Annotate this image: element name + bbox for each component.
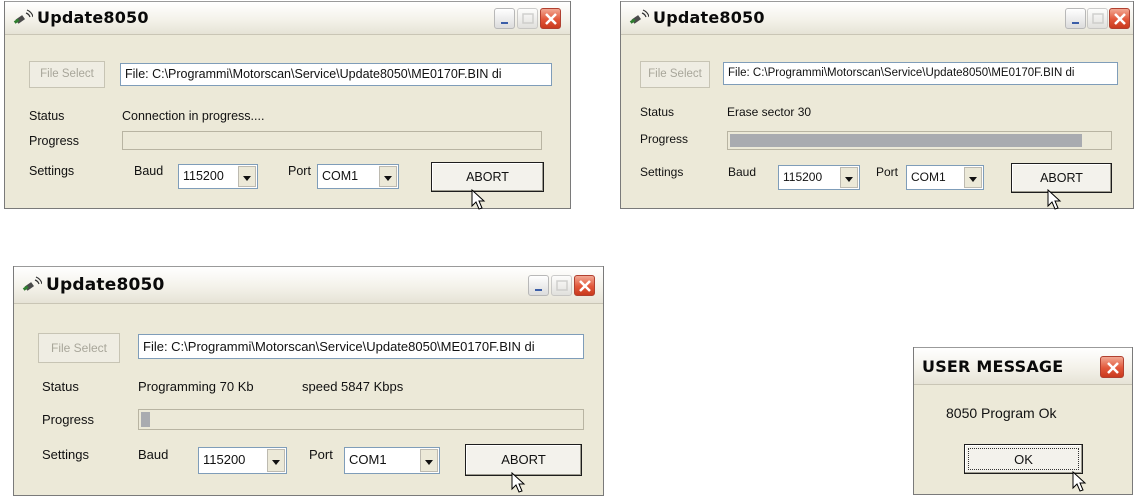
- title-bar[interactable]: Update8050: [621, 1, 1133, 35]
- port-select[interactable]: COM1: [344, 447, 440, 474]
- mouse-cursor-icon: [511, 472, 526, 493]
- port-value: COM1: [911, 170, 946, 184]
- close-icon: [1107, 362, 1119, 374]
- dropdown-arrow-icon[interactable]: [379, 166, 397, 187]
- minimize-button[interactable]: [528, 275, 549, 296]
- settings-label: Settings: [42, 447, 89, 462]
- file-select-button[interactable]: File Select: [38, 333, 120, 363]
- minimize-icon: [535, 289, 542, 291]
- status-label: Status: [29, 109, 65, 123]
- maximize-button[interactable]: [551, 275, 572, 296]
- file-path-field[interactable]: File: C:\Programmi\Motorscan\Service\Upd…: [723, 62, 1118, 85]
- close-button[interactable]: [1109, 8, 1130, 29]
- satellite-icon: [629, 9, 649, 24]
- update8050-window-1: Update8050 File Select File: C:\Programm…: [4, 1, 571, 210]
- port-label: Port: [876, 165, 899, 179]
- minimize-icon: [1072, 22, 1079, 24]
- minimize-button[interactable]: [494, 8, 515, 29]
- file-path-field[interactable]: File: C:\Programmi\Motorscan\Service\Upd…: [138, 334, 584, 359]
- file-path-field[interactable]: File: C:\Programmi\Motorscan\Service\Upd…: [120, 63, 552, 86]
- progress-label: Progress: [640, 132, 689, 146]
- progress-label: Progress: [29, 134, 80, 148]
- dialog-message: 8050 Program Ok: [946, 405, 1057, 421]
- status-label: Status: [42, 379, 79, 394]
- dropdown-arrow-icon[interactable]: [267, 449, 285, 472]
- mouse-cursor-icon: [1072, 471, 1087, 492]
- ok-button[interactable]: OK: [964, 444, 1083, 474]
- title-bar[interactable]: USER MESSAGE: [914, 347, 1132, 385]
- progress-bar: [138, 409, 584, 430]
- close-button[interactable]: [1100, 356, 1124, 378]
- file-select-button[interactable]: File Select: [640, 61, 710, 88]
- window-title: Update8050: [653, 8, 765, 27]
- baud-select[interactable]: 115200: [778, 165, 860, 190]
- baud-select[interactable]: 115200: [178, 164, 258, 189]
- baud-value: 115200: [783, 170, 823, 184]
- close-icon: [545, 13, 557, 25]
- baud-value: 115200: [203, 452, 246, 467]
- status-speed: speed 5847 Kbps: [302, 379, 404, 394]
- ok-label: OK: [968, 448, 1079, 470]
- baud-label: Baud: [728, 165, 757, 179]
- status-text: Programming 70 Kb: [138, 379, 254, 394]
- baud-select[interactable]: 115200: [198, 447, 287, 474]
- progress-bar: [727, 131, 1112, 150]
- maximize-icon: [1092, 13, 1104, 24]
- close-icon: [1114, 13, 1126, 25]
- close-icon: [579, 280, 591, 292]
- title-bar[interactable]: Update8050: [5, 1, 570, 35]
- progress-fill: [141, 412, 150, 427]
- file-select-button[interactable]: File Select: [29, 61, 105, 88]
- update8050-window-2: Update8050 File Select File: C:\Programm…: [620, 1, 1134, 210]
- status-text: Connection in progress....: [122, 109, 265, 123]
- port-label: Port: [309, 447, 333, 462]
- port-label: Port: [288, 164, 311, 178]
- mouse-cursor-icon: [471, 189, 486, 210]
- port-select[interactable]: COM1: [906, 165, 984, 190]
- settings-label: Settings: [29, 164, 75, 178]
- port-value: COM1: [322, 169, 359, 183]
- minimize-icon: [501, 22, 508, 24]
- update8050-window-3: Update8050 File Select File: C:\Programm…: [13, 266, 604, 496]
- dropdown-arrow-icon[interactable]: [964, 167, 982, 188]
- abort-button[interactable]: ABORT: [431, 162, 544, 192]
- port-value: COM1: [349, 452, 387, 467]
- satellite-icon: [22, 276, 42, 291]
- settings-label: Settings: [640, 165, 684, 179]
- maximize-button[interactable]: [517, 8, 538, 29]
- mouse-cursor-icon: [1047, 189, 1062, 210]
- maximize-button[interactable]: [1087, 8, 1108, 29]
- baud-label: Baud: [134, 164, 164, 178]
- dialog-title: USER MESSAGE: [922, 357, 1064, 376]
- dropdown-arrow-icon[interactable]: [420, 449, 438, 472]
- close-button[interactable]: [540, 8, 561, 29]
- title-bar[interactable]: Update8050: [14, 266, 603, 304]
- maximize-icon: [522, 13, 534, 24]
- status-text: Erase sector 30: [727, 105, 812, 119]
- close-button[interactable]: [574, 275, 595, 296]
- window-title: Update8050: [37, 8, 149, 27]
- user-message-dialog: USER MESSAGE 8050 Program Ok OK: [913, 347, 1133, 495]
- window-title: Update8050: [46, 275, 165, 295]
- dropdown-arrow-icon[interactable]: [840, 167, 858, 188]
- dropdown-arrow-icon[interactable]: [238, 166, 256, 187]
- port-select[interactable]: COM1: [317, 164, 399, 189]
- baud-label: Baud: [138, 447, 169, 462]
- satellite-icon: [13, 9, 33, 24]
- status-label: Status: [640, 105, 675, 119]
- progress-fill: [730, 134, 1082, 147]
- baud-value: 115200: [183, 169, 224, 183]
- progress-bar: [122, 131, 542, 150]
- maximize-icon: [556, 280, 568, 291]
- progress-label: Progress: [42, 412, 95, 427]
- minimize-button[interactable]: [1065, 8, 1086, 29]
